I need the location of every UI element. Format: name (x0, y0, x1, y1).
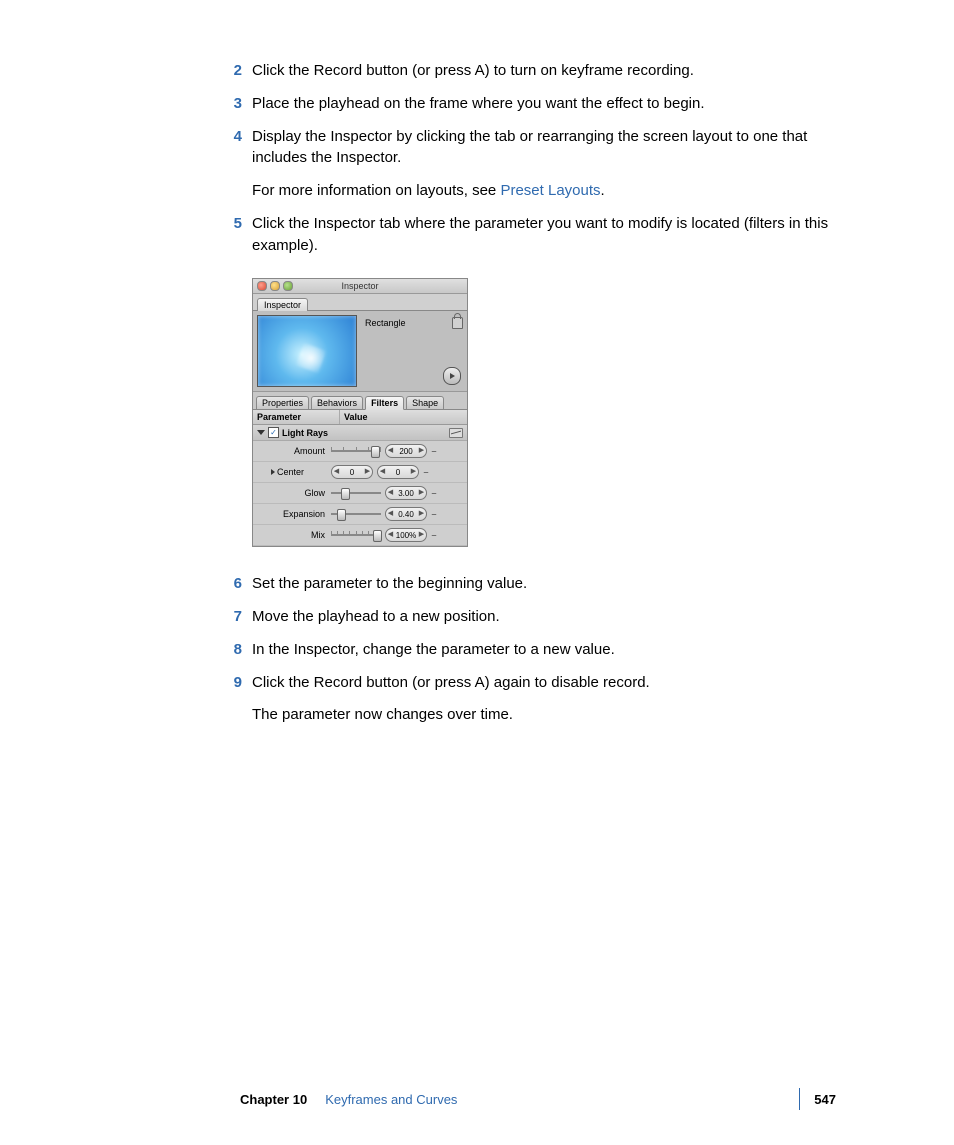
step-number-5: 5 (220, 213, 252, 257)
step-4-extra-a: For more information on layouts, see (252, 182, 500, 199)
inspector-titlebar: Inspector (253, 279, 467, 294)
param-center-y-field[interactable]: ◀0▶ (377, 465, 419, 479)
param-mix-menu[interactable]: – (431, 530, 437, 540)
param-amount-field[interactable]: ◀200▶ (385, 444, 427, 458)
param-expansion-field[interactable]: ◀0.40▶ (385, 507, 427, 521)
param-amount-menu[interactable]: – (431, 446, 437, 456)
light-rays-checkbox[interactable] (268, 427, 279, 438)
step-4-extra-b: . (601, 182, 605, 199)
param-mix-slider[interactable] (331, 530, 381, 540)
step-text-6: Set the parameter to the beginning value… (252, 573, 839, 595)
step-text-8: In the Inspector, change the parameter t… (252, 639, 839, 661)
tab-shape[interactable]: Shape (406, 396, 444, 410)
param-mix-field[interactable]: ◀100%▶ (385, 528, 427, 542)
chapter-label: Chapter 10 (240, 1092, 307, 1107)
step-number-7: 7 (220, 606, 252, 628)
param-center-menu[interactable]: – (423, 467, 429, 477)
step-number-2: 2 (220, 60, 252, 82)
page-footer: Chapter 10 Keyframes and Curves 547 (0, 1088, 954, 1110)
page-number: 547 (814, 1092, 836, 1107)
param-amount-slider[interactable] (331, 446, 381, 456)
param-expansion-menu[interactable]: – (431, 509, 437, 519)
step-number-8: 8 (220, 639, 252, 661)
footer-divider (799, 1088, 800, 1110)
step-text-3: Place the playhead on the frame where yo… (252, 93, 839, 115)
tab-filters[interactable]: Filters (365, 396, 404, 410)
param-amount-label: Amount (257, 446, 331, 456)
param-glow-field[interactable]: ◀3.00▶ (385, 486, 427, 500)
tab-behaviors[interactable]: Behaviors (311, 396, 363, 410)
param-glow-label: Glow (257, 488, 331, 498)
step-9-extra: The parameter now changes over time. (252, 704, 839, 726)
window-close-button[interactable] (257, 281, 267, 291)
inspector-object-name: Rectangle (365, 318, 406, 328)
step-text-9: Click the Record button (or press A) aga… (252, 672, 839, 694)
param-center-x-field[interactable]: ◀0▶ (331, 465, 373, 479)
window-zoom-button[interactable] (283, 281, 293, 291)
keyframe-curve-icon[interactable] (449, 428, 463, 438)
play-preview-button[interactable] (443, 367, 461, 385)
inspector-tab[interactable]: Inspector (257, 298, 308, 311)
step-text-7: Move the playhead to a new position. (252, 606, 839, 628)
preset-layouts-link[interactable]: Preset Layouts (500, 182, 600, 199)
window-minimize-button[interactable] (270, 281, 280, 291)
inspector-preview-thumbnail (257, 315, 357, 387)
inspector-panel: Inspector Inspector Rectangle Properties… (252, 278, 468, 547)
disclosure-triangle-icon[interactable] (257, 430, 265, 435)
step-number-4: 4 (220, 126, 252, 170)
param-glow-slider[interactable] (331, 488, 381, 498)
step-text-4: Display the Inspector by clicking the ta… (252, 126, 839, 170)
param-expansion-label: Expansion (257, 509, 331, 519)
param-glow-menu[interactable]: – (431, 488, 437, 498)
step-number-3: 3 (220, 93, 252, 115)
column-header-value: Value (340, 410, 467, 424)
step-4-extra: For more information on layouts, see Pre… (252, 180, 839, 202)
param-center-label: Center (257, 467, 331, 477)
column-header-parameter: Parameter (253, 410, 340, 424)
step-text-5: Click the Inspector tab where the parame… (252, 213, 839, 257)
lock-icon[interactable] (452, 317, 463, 329)
disclosure-triangle-icon[interactable] (271, 469, 275, 475)
chapter-title: Keyframes and Curves (325, 1092, 785, 1107)
step-number-9: 9 (220, 672, 252, 694)
step-number-6: 6 (220, 573, 252, 595)
param-mix-label: Mix (257, 530, 331, 540)
step-text-2: Click the Record button (or press A) to … (252, 60, 839, 82)
tab-properties[interactable]: Properties (256, 396, 309, 410)
param-expansion-slider[interactable] (331, 509, 381, 519)
filter-group-name: Light Rays (282, 428, 328, 438)
